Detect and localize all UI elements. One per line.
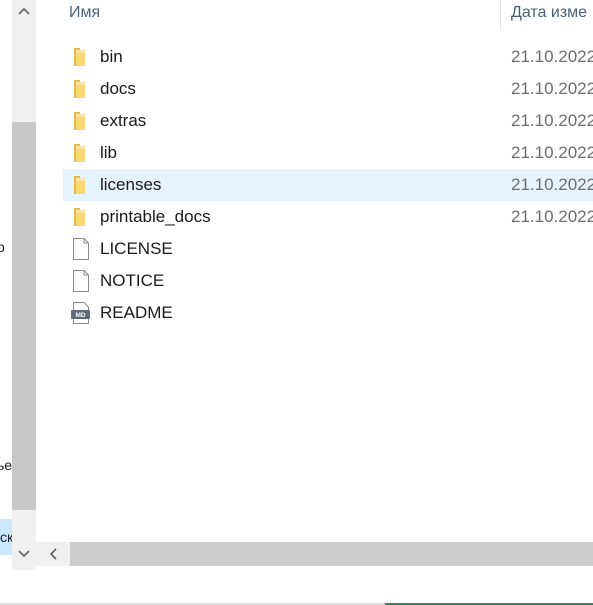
- column-divider[interactable]: [500, 0, 501, 30]
- folder-icon: [74, 176, 85, 194]
- horizontal-scrollbar[interactable]: [36, 542, 593, 566]
- column-header-name[interactable]: Имя: [69, 4, 100, 22]
- folder-icon: [74, 208, 85, 226]
- row-icon: [71, 142, 91, 164]
- row-icon: [71, 78, 91, 100]
- folder-icon: [74, 48, 85, 66]
- column-header-row: Имя Дата изме: [36, 0, 593, 30]
- file-name: licenses: [100, 175, 162, 194]
- file-name: lib: [100, 143, 118, 162]
- nav-item-fragment[interactable]: ье: [0, 457, 12, 473]
- folder-row[interactable]: bin 21.10.2022: [36, 41, 593, 73]
- file-row[interactable]: LICENSE: [36, 233, 593, 265]
- folder-row[interactable]: printable_docs 21.10.2022: [36, 201, 593, 233]
- navigation-pane: р ье ск: [0, 0, 12, 570]
- file-date-modified: 21.10.2022: [511, 143, 593, 162]
- scrollbar-thumb[interactable]: [12, 122, 36, 510]
- svg-text:MD: MD: [75, 312, 85, 319]
- markdown-file-icon: MD: [71, 302, 90, 324]
- row-icon: [71, 46, 91, 68]
- file-name: README: [100, 303, 173, 322]
- file-icon: [73, 238, 89, 260]
- folder-icon: [74, 144, 85, 162]
- file-icon: [73, 270, 89, 292]
- navigation-vertical-scrollbar[interactable]: [12, 0, 36, 570]
- file-explorer-window: р ье ск Имя Дата изме bin 21.10.2022 docs 2…: [0, 0, 593, 605]
- file-row[interactable]: MD README: [36, 297, 593, 329]
- folder-row[interactable]: licenses 21.10.2022: [63, 169, 593, 201]
- row-icon: [71, 206, 91, 228]
- folder-row[interactable]: docs 21.10.2022: [36, 73, 593, 105]
- file-name: printable_docs: [100, 207, 211, 226]
- file-name: docs: [100, 79, 136, 98]
- file-name: extras: [100, 111, 147, 130]
- row-icon: [71, 238, 91, 260]
- scroll-down-button[interactable]: [12, 543, 36, 565]
- file-name: LICENSE: [100, 239, 173, 258]
- file-list-pane: Имя Дата изме bin 21.10.2022 docs 21.10.202…: [36, 0, 593, 570]
- scroll-up-button[interactable]: [12, 0, 36, 22]
- file-name: NOTICE: [100, 271, 165, 290]
- file-date-modified: 21.10.2022: [511, 175, 593, 194]
- chevron-up-icon: [18, 7, 30, 15]
- folder-icon: [74, 80, 85, 98]
- chevron-down-icon: [18, 550, 30, 558]
- file-date-modified: 21.10.2022: [511, 207, 593, 226]
- file-list: bin 21.10.2022 docs 21.10.2022 extras 21.10.2…: [36, 41, 593, 329]
- folder-row[interactable]: lib 21.10.2022: [36, 137, 593, 169]
- row-icon: [71, 174, 91, 196]
- folder-icon: [74, 112, 85, 130]
- scroll-left-button[interactable]: [36, 542, 70, 566]
- row-icon: [71, 110, 91, 132]
- nav-item-selected[interactable]: ск: [0, 519, 12, 555]
- file-date-modified: 21.10.2022: [511, 79, 593, 98]
- row-icon: [71, 270, 91, 292]
- chevron-left-icon: [49, 548, 57, 560]
- file-row[interactable]: NOTICE: [36, 265, 593, 297]
- file-date-modified: 21.10.2022: [511, 111, 593, 130]
- folder-row[interactable]: extras 21.10.2022: [36, 105, 593, 137]
- scrollbar-thumb[interactable]: [70, 542, 593, 566]
- nav-item-fragment[interactable]: р: [0, 239, 5, 255]
- file-name: bin: [100, 47, 123, 66]
- file-date-modified: 21.10.2022: [511, 47, 593, 66]
- column-header-date-modified[interactable]: Дата изме: [511, 4, 587, 22]
- row-icon: MD: [71, 302, 91, 324]
